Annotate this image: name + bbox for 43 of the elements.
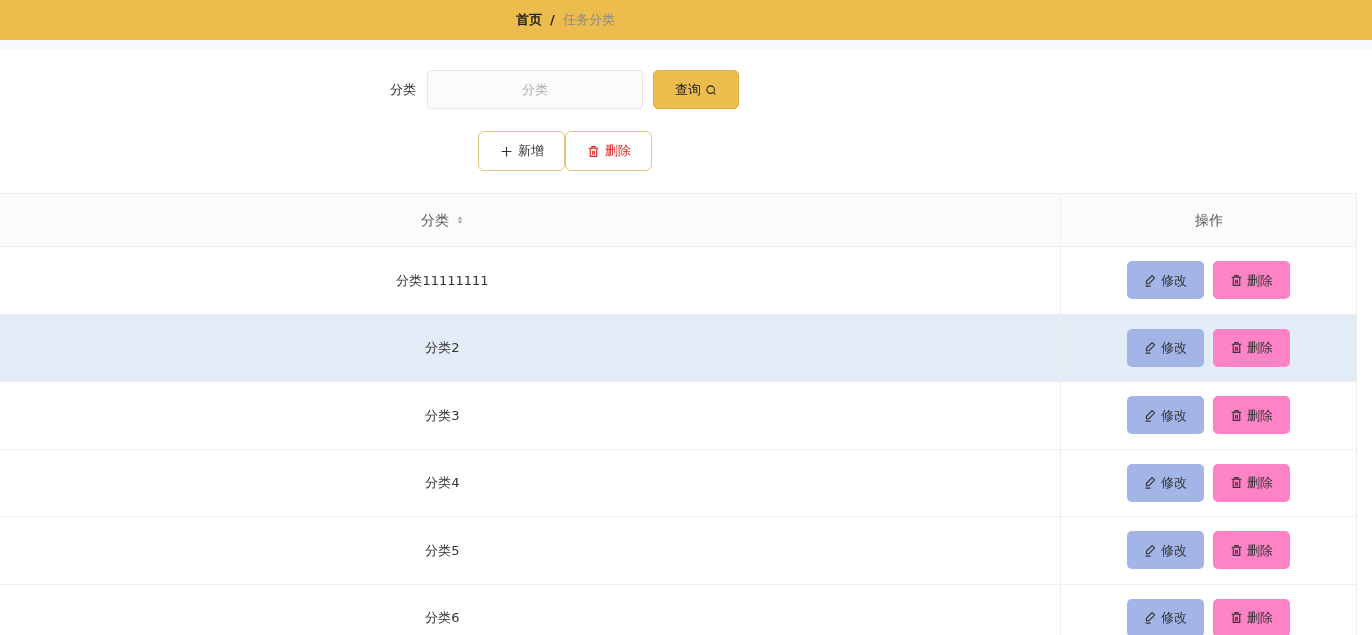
delete-button[interactable]: 删除 [1213, 531, 1290, 570]
table-cell-text: 分类6 [425, 609, 460, 627]
breadcrumb-current: 任务分类 [562, 11, 615, 30]
breadcrumb-separator: / [550, 11, 555, 30]
edit-button[interactable]: 修改 [1127, 328, 1204, 367]
pencil-icon [1144, 408, 1157, 422]
pencil-icon [1144, 273, 1157, 287]
plus-icon [499, 144, 513, 158]
edit-button[interactable]: 修改 [1127, 396, 1204, 435]
trash-icon [1230, 543, 1243, 557]
delete-button[interactable]: 删除 [1213, 261, 1290, 300]
pencil-icon [1144, 476, 1157, 490]
trash-icon [1230, 273, 1243, 287]
table-cell-text: 分类11111111 [396, 271, 489, 290]
edit-button[interactable]: 修改 [1127, 598, 1204, 635]
category-input[interactable]: 分类 [427, 70, 643, 109]
column-header: 操作 [1194, 210, 1223, 230]
edit-button[interactable]: 修改 [1127, 261, 1204, 300]
pencil-icon [1144, 543, 1157, 557]
delete-button[interactable]: 删除 [565, 131, 652, 171]
trash-icon [1230, 476, 1243, 490]
field-label: 分类 [390, 80, 417, 99]
trash-icon [1230, 408, 1243, 422]
table-cell-text: 分类3 [425, 406, 460, 425]
breadcrumb-link[interactable]: 首页 [516, 10, 542, 30]
pencil-icon [1144, 341, 1157, 355]
trash-icon [1230, 611, 1243, 625]
search-icon [705, 83, 717, 96]
pencil-icon [1144, 611, 1157, 625]
delete-button[interactable]: 删除 [1213, 328, 1290, 367]
table-cell-text: 分类4 [425, 474, 460, 492]
column-header: 分类 [420, 210, 449, 230]
add-button[interactable]: 新增 [478, 131, 565, 171]
delete-button[interactable]: 删除 [1213, 463, 1290, 502]
search-button[interactable]: 查询 [653, 70, 739, 109]
edit-button[interactable]: 修改 [1127, 531, 1204, 570]
trash-icon [586, 144, 600, 158]
table-cell-text: 分类2 [425, 339, 460, 357]
table-cell-text: 分类5 [425, 541, 460, 560]
edit-button[interactable]: 修改 [1127, 463, 1204, 502]
trash-icon [1230, 341, 1243, 355]
delete-button[interactable]: 删除 [1213, 396, 1290, 435]
delete-button[interactable]: 删除 [1213, 598, 1290, 635]
